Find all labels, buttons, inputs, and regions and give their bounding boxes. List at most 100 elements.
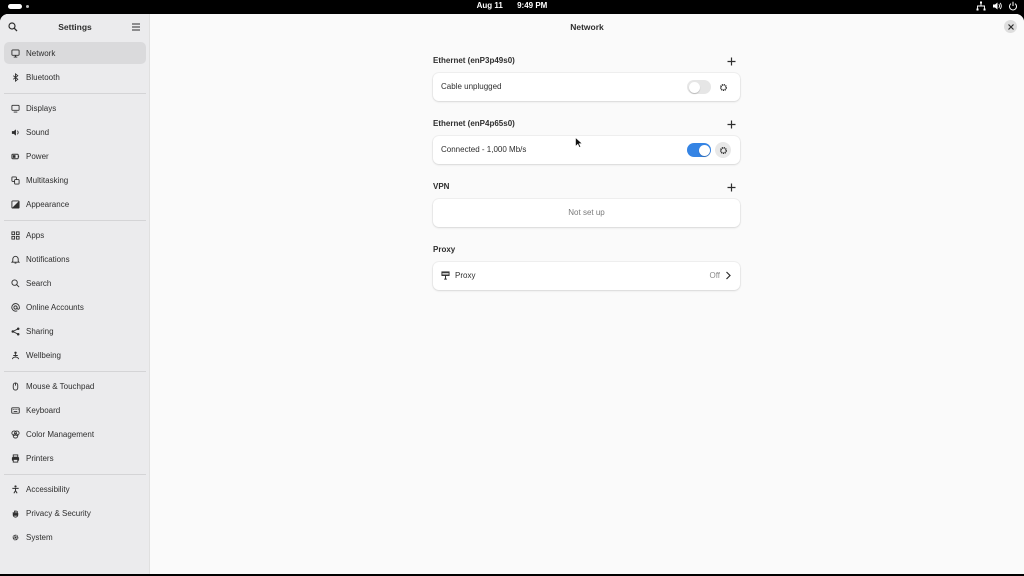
sidebar-item-label: Bluetooth (26, 72, 60, 82)
clock[interactable]: Aug 11 9:49 PM (0, 1, 1024, 10)
clock-date: Aug 11 (476, 1, 503, 10)
sidebar-item-label: Privacy & Security (26, 508, 91, 518)
ethernet1-add-button[interactable] (725, 55, 737, 67)
clock-time: 9:49 PM (517, 1, 548, 10)
sidebar-item-power[interactable]: Power (4, 145, 146, 167)
chevron-right-icon (726, 271, 731, 280)
bluetooth-icon (10, 72, 20, 82)
ethernet1-title: Ethernet (enP3p49s0) (433, 56, 515, 65)
sidebar-item-color-management[interactable]: Color Management (4, 423, 146, 445)
sidebar-item-label: Online Accounts (26, 302, 84, 312)
sidebar-item-label: Appearance (26, 199, 70, 209)
sidebar-item-label: Notifications (26, 254, 70, 264)
sidebar-item-privacy-security[interactable]: Privacy & Security (4, 502, 146, 524)
accessibility-icon (10, 484, 20, 494)
proxy-icon (441, 271, 450, 280)
sidebar-item-displays[interactable]: Displays (4, 97, 146, 119)
toggle-knob (688, 81, 700, 93)
ethernet1-settings-button[interactable] (717, 81, 729, 93)
sidebar-item-label: Apps (26, 230, 45, 240)
close-icon (1007, 23, 1014, 30)
ethernet2-status: Connected - 1,000 Mb/s (441, 145, 527, 154)
speaker-icon (10, 127, 20, 137)
proxy-row-label: Proxy (455, 271, 476, 280)
appearance-icon (10, 199, 20, 209)
sidebar-item-accessibility[interactable]: Accessibility (4, 478, 146, 500)
network-icon (10, 48, 20, 58)
toggle-knob (698, 144, 710, 156)
mouse-icon (10, 381, 20, 391)
sidebar-item-multitasking[interactable]: Multitasking (4, 169, 146, 191)
sidebar-item-label: Color Management (26, 429, 95, 439)
plus-icon (727, 183, 735, 191)
palette-icon (10, 429, 20, 439)
volume-icon (993, 2, 1002, 10)
bell-icon (10, 254, 20, 264)
ethernet2-add-button[interactable] (725, 118, 737, 130)
system-tray[interactable] (976, 1, 1018, 11)
sidebar-item-label: Sound (26, 127, 50, 137)
display-icon (10, 103, 20, 113)
proxy-row[interactable]: Proxy Off (433, 262, 740, 290)
sidebar-item-online-accounts[interactable]: Online Accounts (4, 296, 146, 318)
proxy-row-value: Off (709, 271, 720, 280)
plus-icon (727, 120, 735, 128)
keyboard-icon (10, 405, 20, 415)
close-button[interactable] (1004, 20, 1017, 33)
sidebar-title: Settings (58, 22, 92, 32)
ethernet2-title: Ethernet (enP4p65s0) (433, 119, 515, 128)
page-title: Network (570, 22, 604, 32)
plus-icon (727, 57, 735, 65)
printer-icon (10, 453, 20, 463)
proxy-title: Proxy (433, 245, 456, 254)
sidebar-item-label: System (26, 532, 53, 542)
sidebar-divider (4, 220, 146, 221)
sidebar-item-sharing[interactable]: Sharing (4, 320, 146, 342)
power-icon (1009, 1, 1017, 11)
sidebar-item-label: Network (26, 48, 56, 58)
sidebar: Settings Network Bluetooth Displays Soun… (0, 14, 150, 574)
ethernet2-settings-button[interactable] (715, 142, 731, 158)
vpn-empty-text: Not set up (568, 208, 605, 217)
hand-icon (10, 508, 20, 518)
share-icon (10, 326, 20, 336)
ethernet1-toggle[interactable] (687, 80, 711, 94)
gear-icon (719, 146, 727, 154)
sidebar-item-label: Multitasking (26, 175, 69, 185)
sidebar-item-appearance[interactable]: Appearance (4, 193, 146, 215)
sidebar-item-mouse-touchpad[interactable]: Mouse & Touchpad (4, 375, 146, 397)
gear-icon (719, 83, 727, 91)
sidebar-item-label: Accessibility (26, 484, 70, 494)
wellbeing-icon (10, 350, 20, 360)
sidebar-item-printers[interactable]: Printers (4, 447, 146, 469)
sidebar-item-network[interactable]: Network (4, 42, 146, 64)
sidebar-item-label: Sharing (26, 326, 54, 336)
vpn-add-button[interactable] (725, 181, 737, 193)
sidebar-item-label: Wellbeing (26, 350, 61, 360)
sidebar-item-keyboard[interactable]: Keyboard (4, 399, 146, 421)
sidebar-item-label: Search (26, 278, 52, 288)
sidebar-item-system[interactable]: System (4, 526, 146, 548)
battery-icon (10, 151, 20, 161)
top-bar: Aug 11 9:49 PM (0, 0, 1024, 14)
sidebar-item-label: Printers (26, 453, 54, 463)
sidebar-item-bluetooth[interactable]: Bluetooth (4, 66, 146, 88)
sidebar-item-label: Mouse & Touchpad (26, 381, 95, 391)
ethernet2-toggle[interactable] (687, 143, 711, 157)
sidebar-item-label: Displays (26, 103, 57, 113)
gear-icon (10, 532, 20, 542)
sidebar-item-search[interactable]: Search (4, 272, 146, 294)
settings-window: Settings Network Bluetooth Displays Soun… (0, 14, 1024, 574)
sidebar-item-label: Power (26, 151, 49, 161)
multitasking-icon (10, 175, 20, 185)
network-icon (976, 1, 986, 11)
sidebar-item-apps[interactable]: Apps (4, 224, 146, 246)
apps-grid-icon (10, 230, 20, 240)
hamburger-menu-icon[interactable] (131, 22, 141, 32)
at-icon (10, 302, 20, 312)
sidebar-item-notifications[interactable]: Notifications (4, 248, 146, 270)
sidebar-divider (4, 93, 146, 94)
sidebar-item-wellbeing[interactable]: Wellbeing (4, 344, 146, 366)
sidebar-item-sound[interactable]: Sound (4, 121, 146, 143)
sidebar-item-label: Keyboard (26, 405, 61, 415)
